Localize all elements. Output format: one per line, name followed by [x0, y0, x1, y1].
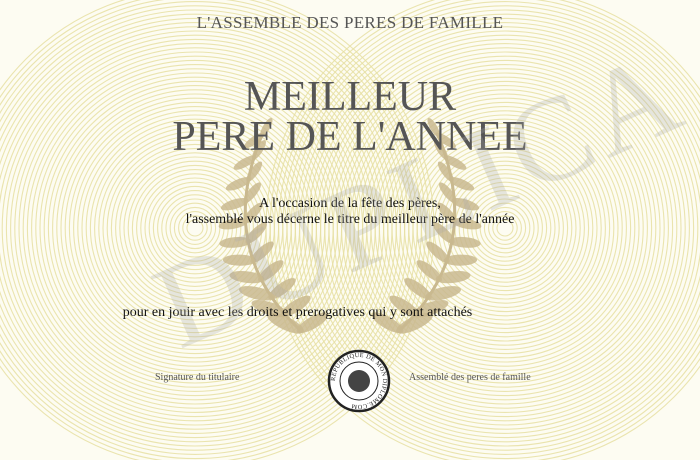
- certificate: L'ASSEMBLE DES PERES DE FAMILLE MEILLEUR…: [0, 0, 700, 460]
